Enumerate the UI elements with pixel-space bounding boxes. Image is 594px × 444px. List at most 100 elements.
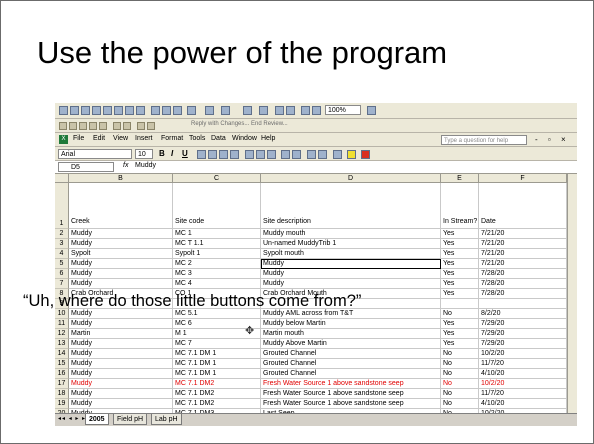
- excel-icon[interactable]: X: [59, 135, 68, 144]
- header-cell[interactable]: Creek: [69, 183, 173, 229]
- row-header[interactable]: 11: [55, 319, 69, 329]
- table-cell[interactable]: 7/21/20: [479, 229, 567, 239]
- review-icon-9[interactable]: [147, 122, 155, 130]
- open-icon[interactable]: [70, 106, 79, 115]
- table-cell[interactable]: Fresh Water Source 1 above sandstone see…: [261, 399, 441, 409]
- review-icon-1[interactable]: [59, 122, 67, 130]
- copy-icon[interactable]: [162, 106, 171, 115]
- table-cell[interactable]: 7/29/20: [479, 319, 567, 329]
- format-painter-icon[interactable]: [187, 106, 196, 115]
- column-header-c[interactable]: C: [173, 174, 261, 183]
- table-cell[interactable]: Muddy: [69, 319, 173, 329]
- row-header[interactable]: 14: [55, 349, 69, 359]
- table-cell[interactable]: 7/28/20: [479, 279, 567, 289]
- reply-with-changes[interactable]: Reply with Changes... End Review...: [191, 121, 288, 127]
- cut-icon[interactable]: [151, 106, 160, 115]
- row-header[interactable]: 13: [55, 339, 69, 349]
- table-cell[interactable]: MC 7.1 DM 1: [173, 369, 261, 379]
- table-cell[interactable]: No: [441, 349, 479, 359]
- permission-icon[interactable]: [92, 106, 101, 115]
- table-cell[interactable]: [479, 299, 567, 309]
- table-cell[interactable]: Grouted Channel: [261, 369, 441, 379]
- name-box[interactable]: D5: [58, 162, 114, 172]
- sheet-tab-2005[interactable]: 2005: [85, 414, 109, 425]
- increase-decimal-icon[interactable]: [281, 150, 290, 159]
- table-cell[interactable]: Muddy: [261, 269, 441, 279]
- table-cell[interactable]: Un-named MuddyTrib 1: [261, 239, 441, 249]
- currency-icon[interactable]: [245, 150, 254, 159]
- row-header[interactable]: 3: [55, 239, 69, 249]
- table-cell[interactable]: Muddy: [69, 279, 173, 289]
- borders-icon[interactable]: [333, 150, 342, 159]
- table-cell[interactable]: 7/29/20: [479, 329, 567, 339]
- sort-ascending-icon[interactable]: [275, 106, 284, 115]
- chart-wizard-icon[interactable]: [301, 106, 310, 115]
- table-cell[interactable]: Yes: [441, 339, 479, 349]
- table-cell[interactable]: MC 7.1 DM2: [173, 389, 261, 399]
- align-left-icon[interactable]: [197, 150, 206, 159]
- menu-format[interactable]: Format: [161, 135, 183, 142]
- table-cell[interactable]: No: [441, 389, 479, 399]
- table-cell[interactable]: Yes: [441, 239, 479, 249]
- header-cell[interactable]: In Stream?: [441, 183, 479, 229]
- review-icon-3[interactable]: [79, 122, 87, 130]
- comma-style-icon[interactable]: [267, 150, 276, 159]
- table-cell[interactable]: Yes: [441, 249, 479, 259]
- table-cell[interactable]: Martin: [69, 329, 173, 339]
- row-header[interactable]: 6: [55, 269, 69, 279]
- table-cell[interactable]: Muddy below Martin: [261, 319, 441, 329]
- table-cell[interactable]: No: [441, 399, 479, 409]
- menu-help[interactable]: Help: [261, 135, 275, 142]
- table-cell[interactable]: Martin mouth: [261, 329, 441, 339]
- underline-button[interactable]: U: [182, 149, 188, 158]
- table-cell[interactable]: Muddy: [69, 339, 173, 349]
- save-icon[interactable]: [81, 106, 90, 115]
- table-cell[interactable]: MC 7.1 DM 1: [173, 349, 261, 359]
- table-cell[interactable]: Muddy mouth: [261, 229, 441, 239]
- table-cell[interactable]: Muddy: [69, 349, 173, 359]
- table-cell[interactable]: MC 4: [173, 279, 261, 289]
- header-cell[interactable]: Date: [479, 183, 567, 229]
- table-cell[interactable]: Muddy Above Martin: [261, 339, 441, 349]
- table-cell[interactable]: Yes: [441, 319, 479, 329]
- sort-descending-icon[interactable]: [286, 106, 295, 115]
- align-center-icon[interactable]: [208, 150, 217, 159]
- fx-icon[interactable]: fx: [123, 162, 128, 169]
- column-header-b[interactable]: B: [69, 174, 173, 183]
- table-cell[interactable]: Muddy: [261, 279, 441, 289]
- table-cell[interactable]: MC 7.1 DM 1: [173, 359, 261, 369]
- table-cell[interactable]: Muddy: [69, 359, 173, 369]
- undo-icon[interactable]: [205, 106, 214, 115]
- table-cell[interactable]: Muddy: [69, 229, 173, 239]
- vertical-scrollbar[interactable]: [567, 174, 577, 413]
- table-cell[interactable]: Grouted Channel: [261, 359, 441, 369]
- row-header[interactable]: 19: [55, 399, 69, 409]
- column-header-f[interactable]: F: [479, 174, 567, 183]
- table-cell[interactable]: No: [441, 359, 479, 369]
- review-icon-8[interactable]: [137, 122, 145, 130]
- spelling-icon[interactable]: [136, 106, 145, 115]
- sheet-tab-lab-ph[interactable]: Lab pH: [151, 414, 182, 425]
- header-cell[interactable]: Site description: [261, 183, 441, 229]
- menu-edit[interactable]: Edit: [93, 135, 105, 142]
- menu-tools[interactable]: Tools: [189, 135, 205, 142]
- table-cell[interactable]: 4/10/20: [479, 369, 567, 379]
- table-cell[interactable]: MC 7: [173, 339, 261, 349]
- table-cell[interactable]: MC 7.1 DM2: [173, 379, 261, 389]
- increase-indent-icon[interactable]: [318, 150, 327, 159]
- column-header-e[interactable]: E: [441, 174, 479, 183]
- help-icon[interactable]: [367, 106, 376, 115]
- zoom-box[interactable]: 100%: [325, 105, 361, 115]
- table-cell[interactable]: MC T 1.1: [173, 239, 261, 249]
- table-cell[interactable]: Muddy: [69, 269, 173, 279]
- decrease-decimal-icon[interactable]: [292, 150, 301, 159]
- redo-icon[interactable]: [221, 106, 230, 115]
- table-cell[interactable]: 11/7/20: [479, 359, 567, 369]
- autosum-icon[interactable]: [259, 106, 268, 115]
- italic-button[interactable]: I: [171, 149, 173, 158]
- table-cell[interactable]: 7/28/20: [479, 269, 567, 279]
- table-cell[interactable]: Yes: [441, 269, 479, 279]
- formula-input[interactable]: Muddy: [135, 162, 156, 169]
- review-icon-5[interactable]: [99, 122, 107, 130]
- review-icon-7[interactable]: [123, 122, 131, 130]
